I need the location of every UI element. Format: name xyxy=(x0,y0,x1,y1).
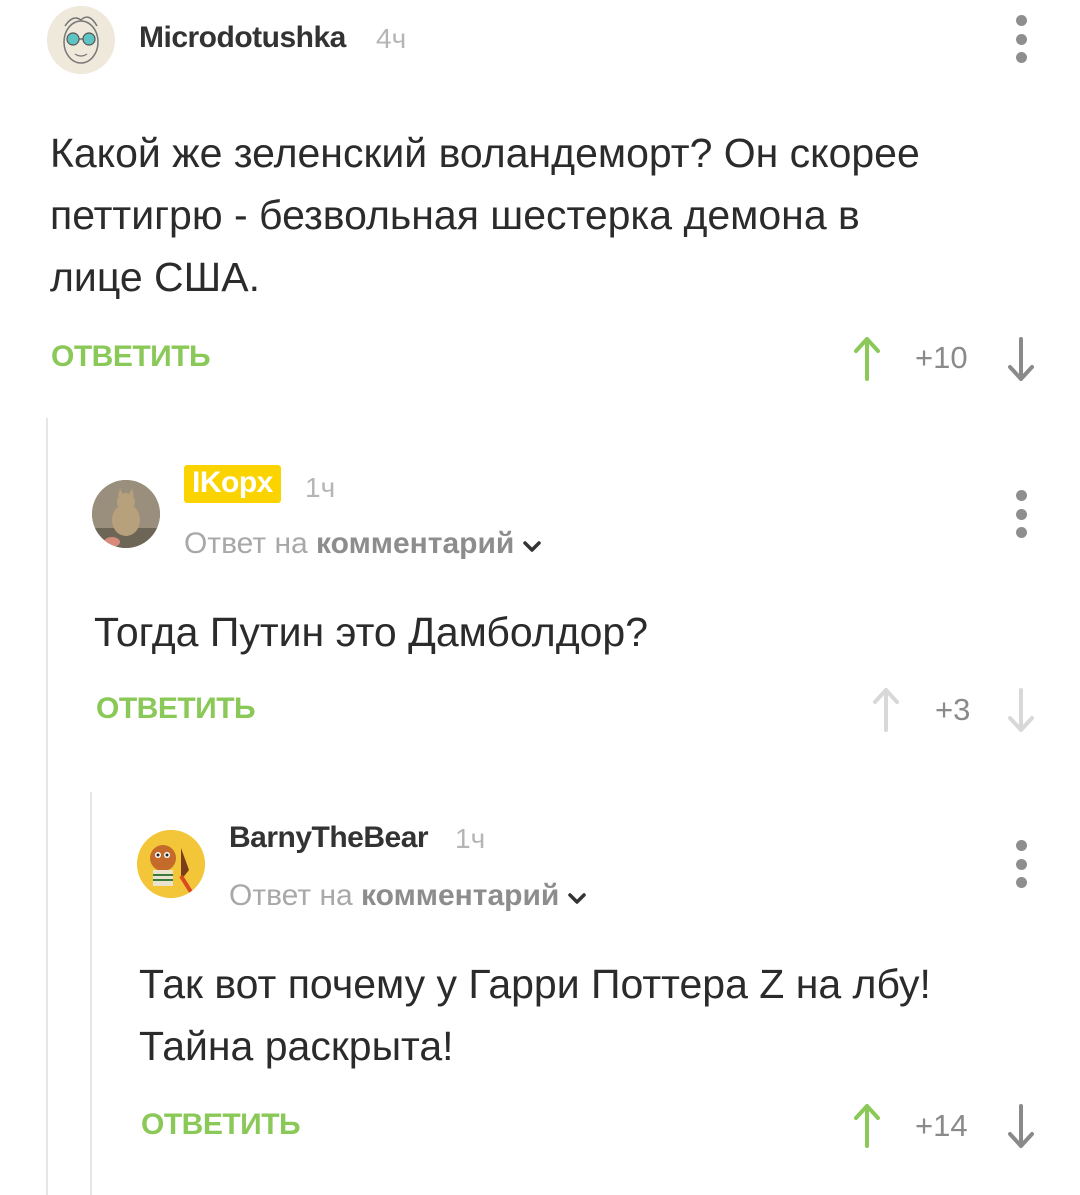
reply-to-prefix: Ответ на xyxy=(184,527,308,560)
more-options-icon[interactable] xyxy=(1009,490,1033,538)
comment-time: 1ч xyxy=(455,823,486,854)
more-options-icon[interactable] xyxy=(1009,840,1033,888)
reply-button[interactable]: ОТВЕТИТЬ xyxy=(141,1108,301,1142)
reply-to-link[interactable]: комментарий xyxy=(316,527,514,560)
comment-time: 1ч xyxy=(305,472,336,503)
avatar-image xyxy=(47,6,115,74)
rating-score: +3 xyxy=(935,692,971,727)
avatar[interactable] xyxy=(137,830,205,898)
avatar[interactable] xyxy=(47,6,115,74)
comment-text: Какой же зеленский воландеморт? Он скоре… xyxy=(50,130,920,300)
avatar[interactable] xyxy=(92,480,160,548)
reply-to-link[interactable]: комментарий xyxy=(361,879,559,912)
comment-text: Так вот почему у Гарри Поттера Z на лбу!… xyxy=(139,961,931,1069)
rating-score: +14 xyxy=(915,1108,968,1143)
avatar-image xyxy=(137,830,205,898)
reply-button[interactable]: ОТВЕТИТЬ xyxy=(51,340,211,374)
reply-button[interactable]: ОТВЕТИТЬ xyxy=(96,692,256,726)
chevron-down-icon[interactable] xyxy=(522,528,542,562)
comment-time: 4ч xyxy=(376,23,407,54)
username[interactable]: Microdotushka xyxy=(139,21,346,55)
thread-line-level-2 xyxy=(90,792,92,1195)
rating-score: +10 xyxy=(915,340,968,375)
reply-to-info: Ответ на комментарий xyxy=(229,879,587,914)
username[interactable]: BarnyTheBear xyxy=(229,821,429,855)
thread-line-level-1 xyxy=(46,418,48,1195)
more-options-icon[interactable] xyxy=(1009,15,1033,63)
upvote-arrow-icon[interactable] xyxy=(852,1102,882,1155)
upvote-arrow-icon[interactable] xyxy=(871,686,901,739)
reply-to-info: Ответ на комментарий xyxy=(184,527,542,562)
upvote-arrow-icon[interactable] xyxy=(852,335,882,388)
downvote-arrow-icon[interactable] xyxy=(1006,1102,1036,1155)
avatar-image xyxy=(92,480,160,548)
chevron-down-icon[interactable] xyxy=(567,880,587,914)
comment-text: Тогда Путин это Дамболдор? xyxy=(94,609,649,655)
username[interactable]: IKopx xyxy=(184,465,281,503)
downvote-arrow-icon[interactable] xyxy=(1006,335,1036,388)
downvote-arrow-icon[interactable] xyxy=(1006,686,1036,739)
reply-to-prefix: Ответ на xyxy=(229,879,353,912)
